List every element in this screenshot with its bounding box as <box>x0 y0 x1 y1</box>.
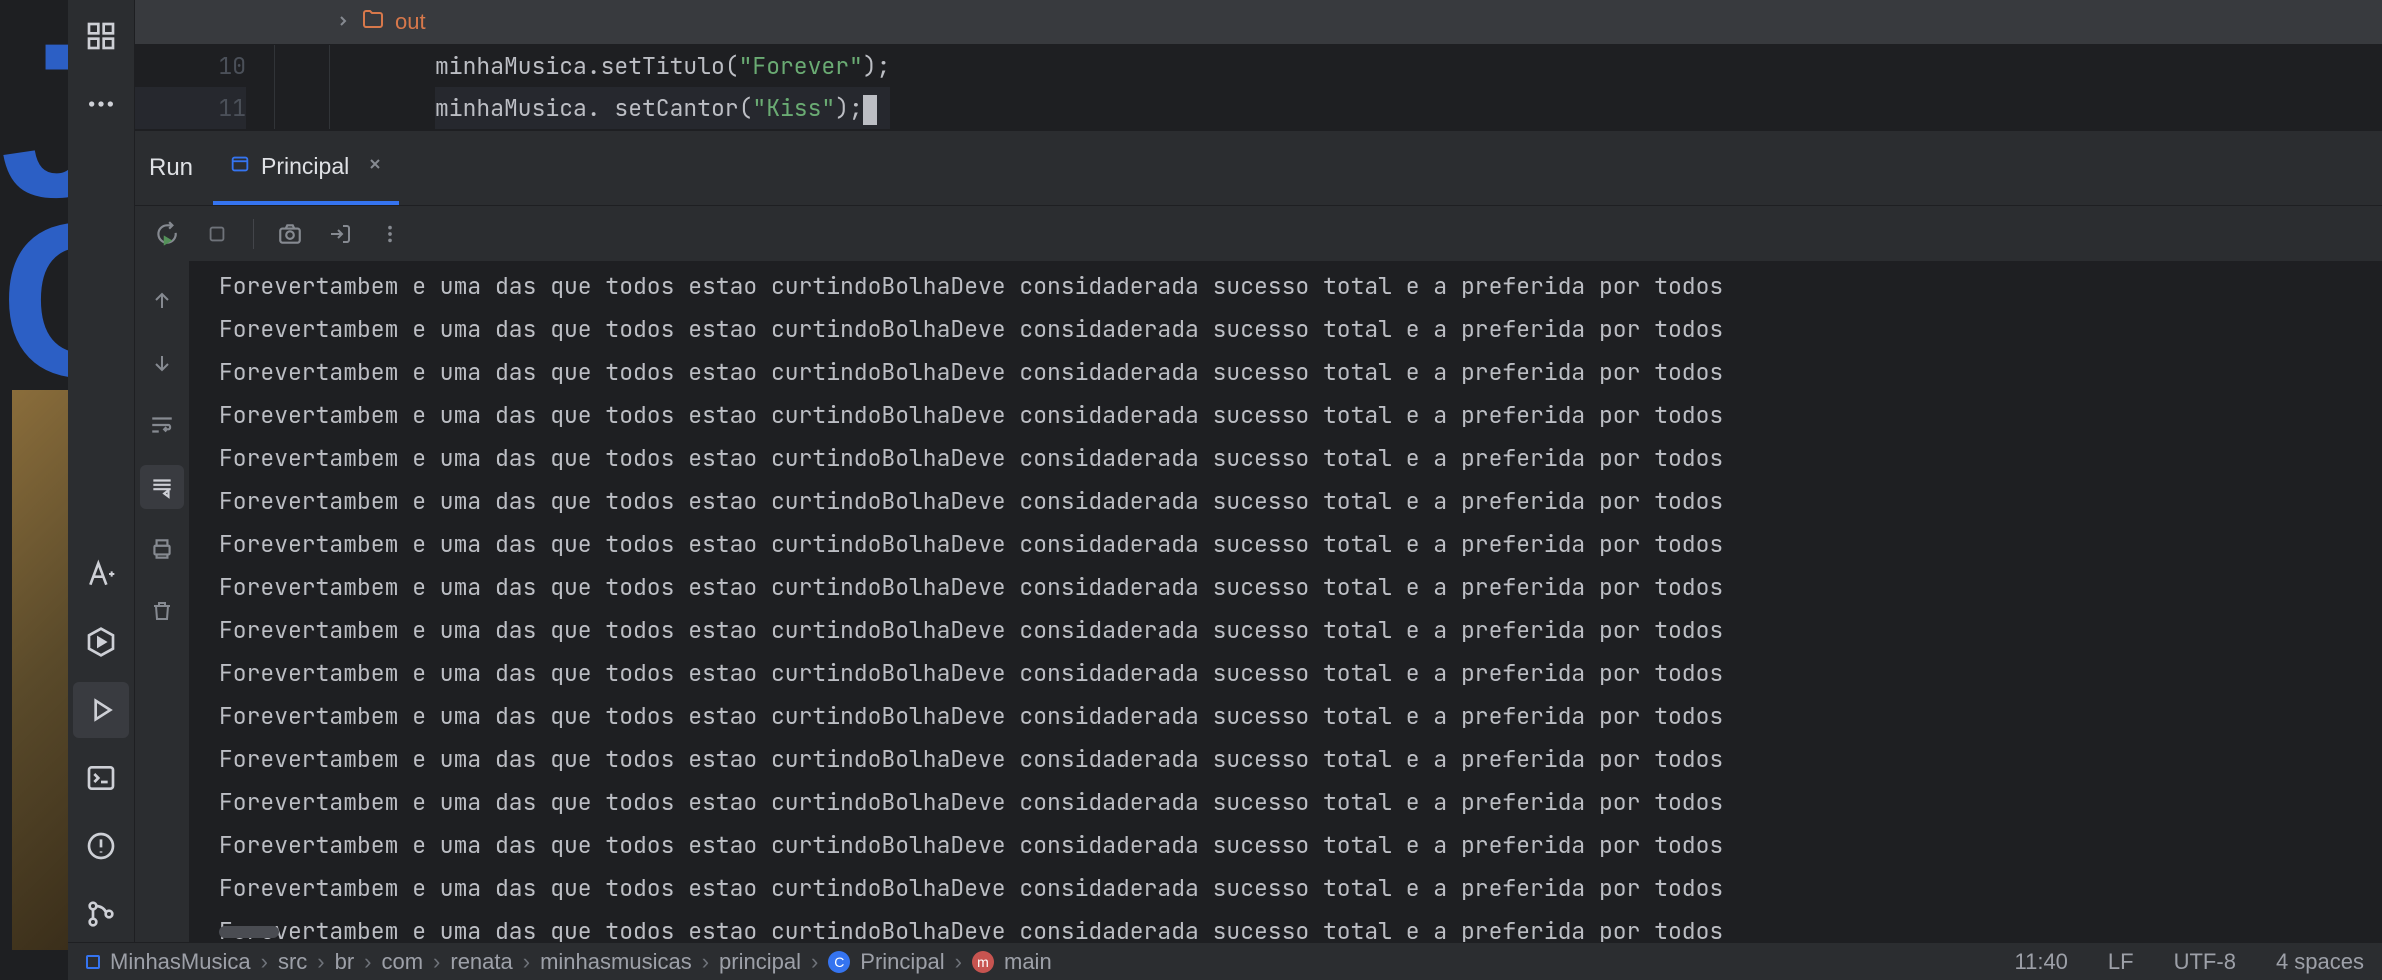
structure-icon[interactable] <box>73 8 129 64</box>
console-line: Forevertambem e uma das que todos estao … <box>219 738 2382 781</box>
caret-position[interactable]: 11:40 <box>2015 949 2068 975</box>
ide-window: .idea out 10 11 <box>68 0 2382 980</box>
hexagon-run-icon[interactable] <box>73 614 129 670</box>
code-content[interactable]: minhaMusica.setTitulo("Forever"); minhaM… <box>385 45 890 129</box>
status-bar: MinhasMusica › src › br › com › renata ›… <box>68 942 2382 980</box>
breadcrumb-item[interactable]: MinhasMusica <box>110 949 251 975</box>
breadcrumb-item[interactable]: renata <box>450 949 512 975</box>
console-line: Forevertambem e uma das que todos estao … <box>219 566 2382 609</box>
stop-icon[interactable] <box>203 220 231 248</box>
close-icon[interactable] <box>367 156 383 177</box>
console-line: Forevertambem e uma das que todos estao … <box>219 265 2382 308</box>
console-line: Forevertambem e uma das que todos estao … <box>219 910 2382 942</box>
console-line: Forevertambem e uma das que todos estao … <box>219 308 2382 351</box>
cursor <box>863 95 877 125</box>
folder-icon <box>361 7 385 37</box>
chevron-right-icon: › <box>261 949 268 975</box>
run-sidebar <box>135 261 189 942</box>
desktop-image <box>12 390 72 950</box>
console-line: Forevertambem e uma das que todos estao … <box>219 695 2382 738</box>
chevron-right-icon: › <box>702 949 709 975</box>
run-tab-principal[interactable]: Principal <box>213 131 399 205</box>
terminal-icon[interactable] <box>73 750 129 806</box>
console-line: Forevertambem e uma das que todos estao … <box>219 394 2382 437</box>
code-editor[interactable]: 10 11 minhaMusica.setTitulo("Forever"); … <box>135 45 2382 129</box>
arrow-up-icon[interactable] <box>140 279 184 323</box>
console-line: Forevertambem e uma das que todos estao … <box>219 867 2382 910</box>
line-number: 11 <box>135 87 246 129</box>
tree-item-out[interactable]: out <box>135 0 2382 44</box>
console-line: Forevertambem e uma das que todos estao … <box>219 351 2382 394</box>
console-line: Forevertambem e uma das que todos estao … <box>219 781 2382 824</box>
run-toolbar <box>135 205 2382 261</box>
scroll-to-end-icon[interactable] <box>140 465 184 509</box>
console-line: Forevertambem e uma das que todos estao … <box>219 437 2382 480</box>
chevron-right-icon: › <box>364 949 371 975</box>
line-ending[interactable]: LF <box>2108 949 2134 975</box>
breadcrumb-item[interactable]: Principal <box>860 949 944 975</box>
problems-icon[interactable] <box>73 818 129 874</box>
chevron-right-icon: › <box>433 949 440 975</box>
console-line: Forevertambem e uma das que todos estao … <box>219 480 2382 523</box>
breadcrumb-item[interactable]: com <box>381 949 423 975</box>
horizontal-scrollbar[interactable] <box>219 926 279 938</box>
chevron-right-icon: › <box>955 949 962 975</box>
run-panel-header: Run Principal <box>135 131 2382 205</box>
breadcrumb-item[interactable]: minhasmusicas <box>540 949 692 975</box>
chevron-right-icon: › <box>811 949 818 975</box>
line-number: 10 <box>135 45 246 87</box>
typography-icon[interactable] <box>73 546 129 602</box>
breadcrumb-item[interactable]: br <box>335 949 355 975</box>
activity-bar <box>68 0 135 942</box>
exit-icon[interactable] <box>326 220 354 248</box>
indent-setting[interactable]: 4 spaces <box>2276 949 2364 975</box>
encoding[interactable]: UTF-8 <box>2174 949 2236 975</box>
run-config-icon <box>229 153 251 180</box>
tree-label: out <box>395 9 426 35</box>
run-play-icon[interactable] <box>73 682 129 738</box>
method-icon: m <box>972 951 994 973</box>
run-tab-label: Principal <box>261 153 349 180</box>
module-icon <box>86 955 100 969</box>
soft-wrap-icon[interactable] <box>140 403 184 447</box>
rerun-icon[interactable] <box>153 220 181 248</box>
camera-icon[interactable] <box>276 220 304 248</box>
more-icon[interactable] <box>73 76 129 132</box>
chevron-right-icon <box>335 9 351 35</box>
run-panel: Run Principal <box>135 129 2382 942</box>
more-vertical-icon[interactable] <box>376 220 404 248</box>
editor-gutter: 10 11 <box>135 45 275 129</box>
breadcrumb-item[interactable]: src <box>278 949 307 975</box>
breadcrumb-item[interactable]: principal <box>719 949 801 975</box>
console-output[interactable]: Forevertambem e uma das que todos estao … <box>189 261 2382 942</box>
console-line: Forevertambem e uma das que todos estao … <box>219 523 2382 566</box>
trash-icon[interactable] <box>140 589 184 633</box>
chevron-right-icon: › <box>523 949 530 975</box>
console-line: Forevertambem e uma das que todos estao … <box>219 609 2382 652</box>
print-icon[interactable] <box>140 527 184 571</box>
project-tree: .idea out <box>135 0 2382 45</box>
git-icon[interactable] <box>73 886 129 942</box>
breadcrumb-item[interactable]: main <box>1004 949 1052 975</box>
console-line: Forevertambem e uma das que todos estao … <box>219 824 2382 867</box>
console-line: Forevertambem e uma das que todos estao … <box>219 652 2382 695</box>
chevron-right-icon: › <box>317 949 324 975</box>
arrow-down-icon[interactable] <box>140 341 184 385</box>
run-panel-title: Run <box>149 154 193 182</box>
class-icon: C <box>828 951 850 973</box>
